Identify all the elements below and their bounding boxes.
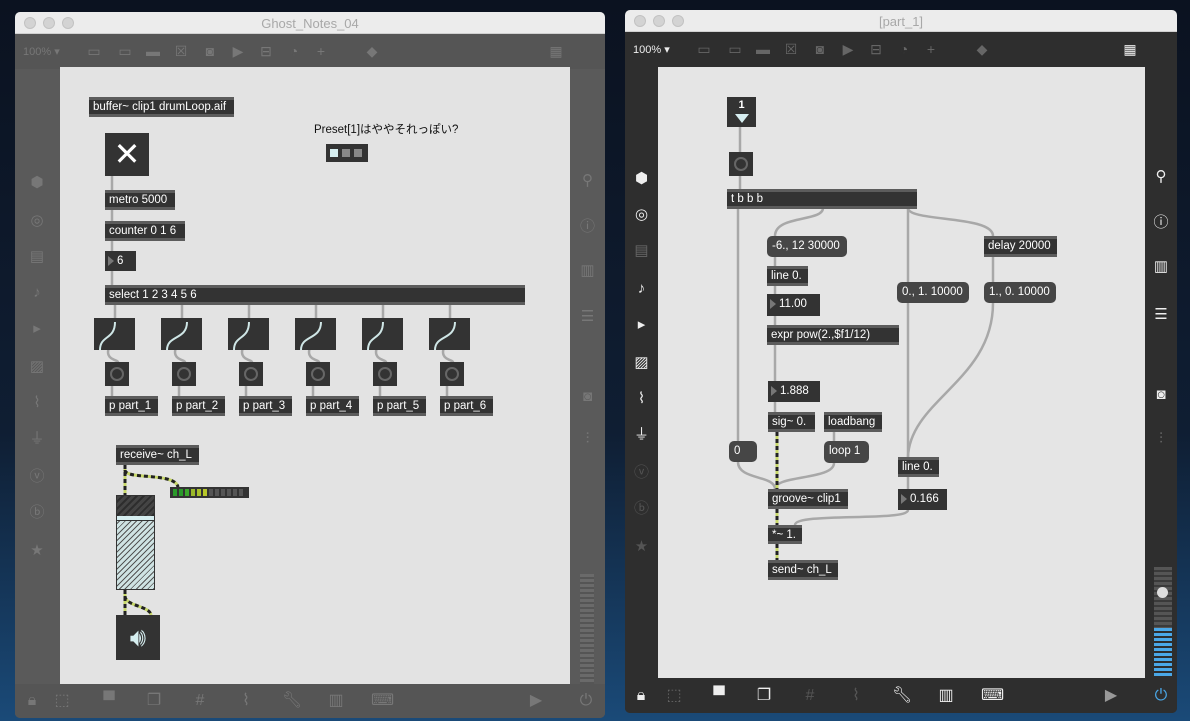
line-object[interactable]: line 0.: [767, 266, 808, 286]
right-patch-cords: [736, 127, 995, 560]
patch-cord: [773, 207, 825, 237]
patch-cord: [793, 508, 910, 527]
message-loop[interactable]: loop 1: [824, 441, 869, 463]
message-fade-out[interactable]: 1., 0. 10000: [984, 282, 1056, 303]
number-dropdown[interactable]: 1: [727, 97, 756, 127]
patch-cord: [736, 461, 777, 490]
number-box[interactable]: 11.00: [767, 294, 820, 316]
trigger-object[interactable]: t b b b: [727, 189, 917, 209]
multiply-signal-object[interactable]: *~ 1.: [768, 525, 802, 544]
message-zero[interactable]: 0: [729, 441, 757, 462]
bang-button[interactable]: [729, 152, 753, 176]
patch-cord: [773, 462, 836, 490]
message-fade-in[interactable]: 0., 1. 10000: [897, 282, 969, 303]
number-box[interactable]: 1.888: [768, 381, 820, 402]
triangle-down-icon: [735, 114, 749, 123]
send-object[interactable]: send~ ch_L: [768, 560, 838, 580]
message-pitch[interactable]: -6., 12 30000: [767, 236, 847, 257]
delay-object[interactable]: delay 20000: [984, 236, 1057, 257]
loadbang-object[interactable]: loadbang: [824, 412, 882, 432]
patch-cord: [906, 302, 995, 458]
patch-cord: [906, 207, 995, 237]
sig-object[interactable]: sig~ 0.: [768, 412, 815, 432]
number-box[interactable]: 0.166: [898, 489, 947, 510]
groove-object[interactable]: groove~ clip1: [768, 489, 848, 509]
line-object[interactable]: line 0.: [898, 457, 939, 477]
expr-object[interactable]: expr pow(2.,$f1/12): [767, 325, 899, 345]
